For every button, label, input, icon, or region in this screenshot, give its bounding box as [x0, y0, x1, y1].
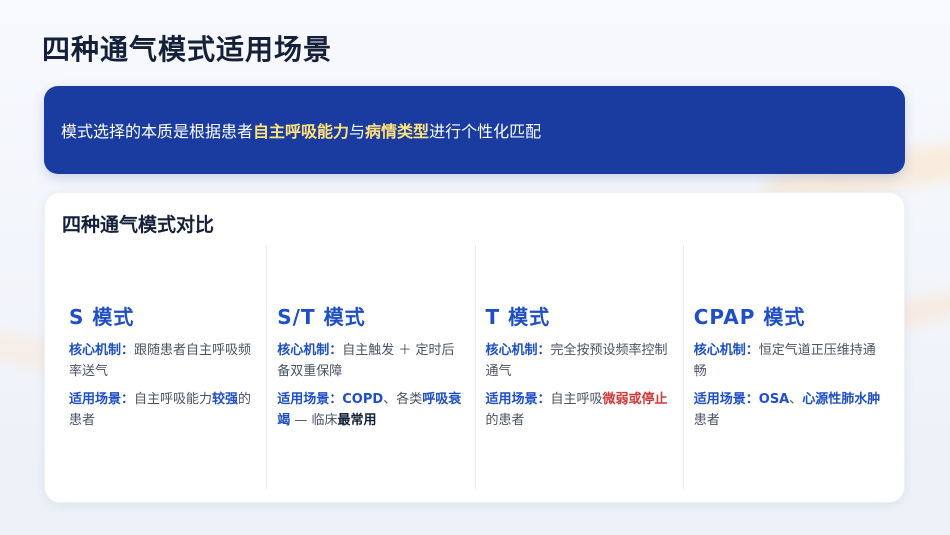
- mode-columns: S 模式 核心机制：跟随患者自主呼吸频率送气 适用场景：自主呼吸能力较强的患者 …: [59, 245, 891, 489]
- mode-name: CPAP 模式: [693, 305, 806, 329]
- summary-banner: 模式选择的本质是根据患者自主呼吸能力与病情类型进行个性化匹配: [44, 86, 905, 174]
- core-mechanism: 核心机制：恒定气道正压维持通畅: [694, 340, 881, 382]
- core-mechanism: 核心机制：跟随患者自主呼吸频率送气: [69, 340, 256, 382]
- banner-highlight-disease: 病情类型: [365, 122, 430, 141]
- mode-column-st: S/T 模式 核心机制：自主触发 ＋ 定时后备双重保障 适用场景：COPD、各类…: [266, 245, 474, 489]
- banner-prefix: 模式选择的本质是根据患者: [61, 122, 254, 141]
- scenario-emphasis: 较强: [212, 392, 239, 407]
- banner-connector: 与: [349, 122, 366, 141]
- mode-column-cpap: CPAP 模式 核心机制：恒定气道正压维持通畅 适用场景：OSA、心源性肺水肿患…: [682, 245, 891, 489]
- core-mechanism: 核心机制：自主触发 ＋ 定时后备双重保障: [277, 340, 464, 382]
- scenario-text: 、各类: [383, 392, 423, 407]
- page-title: 四种通气模式适用场景: [42, 33, 333, 66]
- mode-column-t: T 模式 核心机制：完全按预设频率控制通气 适用场景：自主呼吸微弱或停止的患者: [474, 245, 683, 489]
- comparison-title: 四种通气模式对比: [62, 214, 215, 236]
- scenario-emphasis: COPD: [342, 392, 384, 407]
- core-mechanism: 核心机制：完全按预设频率控制通气: [486, 340, 673, 382]
- mechanism-label: 核心机制：: [69, 343, 135, 358]
- applicable-scenario: 适用场景：COPD、各类呼吸衰竭 — 临床最常用: [277, 389, 464, 431]
- mechanism-label: 核心机制：: [693, 343, 759, 358]
- scenario-emphasis: 心源性肺水肿: [802, 392, 881, 407]
- mechanism-label: 核心机制：: [485, 343, 551, 358]
- scenario-emphasis: 最常用: [337, 413, 377, 428]
- banner-text: 模式选择的本质是根据患者自主呼吸能力与病情类型进行个性化匹配: [61, 118, 541, 142]
- banner-suffix: 进行个性化匹配: [429, 122, 542, 141]
- scenario-text: 患者: [693, 413, 720, 428]
- mode-name: S 模式: [69, 305, 135, 329]
- comparison-card: 四种通气模式对比 S 模式 核心机制：跟随患者自主呼吸频率送气 适用场景：自主呼…: [44, 192, 905, 503]
- applicable-scenario: 适用场景：自主呼吸微弱或停止的患者: [486, 389, 673, 431]
- applicable-scenario: 适用场景：自主呼吸能力较强的患者: [69, 389, 256, 431]
- scenario-label: 适用场景：: [277, 392, 343, 407]
- mode-name: T 模式: [485, 305, 551, 329]
- mode-column-s: S 模式 核心机制：跟随患者自主呼吸频率送气 适用场景：自主呼吸能力较强的患者: [59, 245, 266, 489]
- scenario-text: 、: [789, 392, 803, 407]
- banner-highlight-ability: 自主呼吸能力: [253, 122, 350, 141]
- scenario-emphasis: 微弱或停止: [602, 392, 668, 407]
- scenario-text: 自主呼吸: [550, 392, 603, 407]
- scenario-label: 适用场景：: [693, 392, 759, 407]
- scenario-text: 自主呼吸能力: [134, 392, 213, 407]
- scenario-emphasis: OSA: [758, 392, 790, 407]
- scenario-text: 的患者: [485, 413, 525, 428]
- scenario-label: 适用场景：: [69, 392, 135, 407]
- applicable-scenario: 适用场景：OSA、心源性肺水肿患者: [694, 389, 881, 431]
- mechanism-label: 核心机制：: [277, 343, 343, 358]
- scenario-text: — 临床: [290, 413, 338, 428]
- mode-name: S/T 模式: [277, 305, 366, 329]
- scenario-label: 适用场景：: [485, 392, 551, 407]
